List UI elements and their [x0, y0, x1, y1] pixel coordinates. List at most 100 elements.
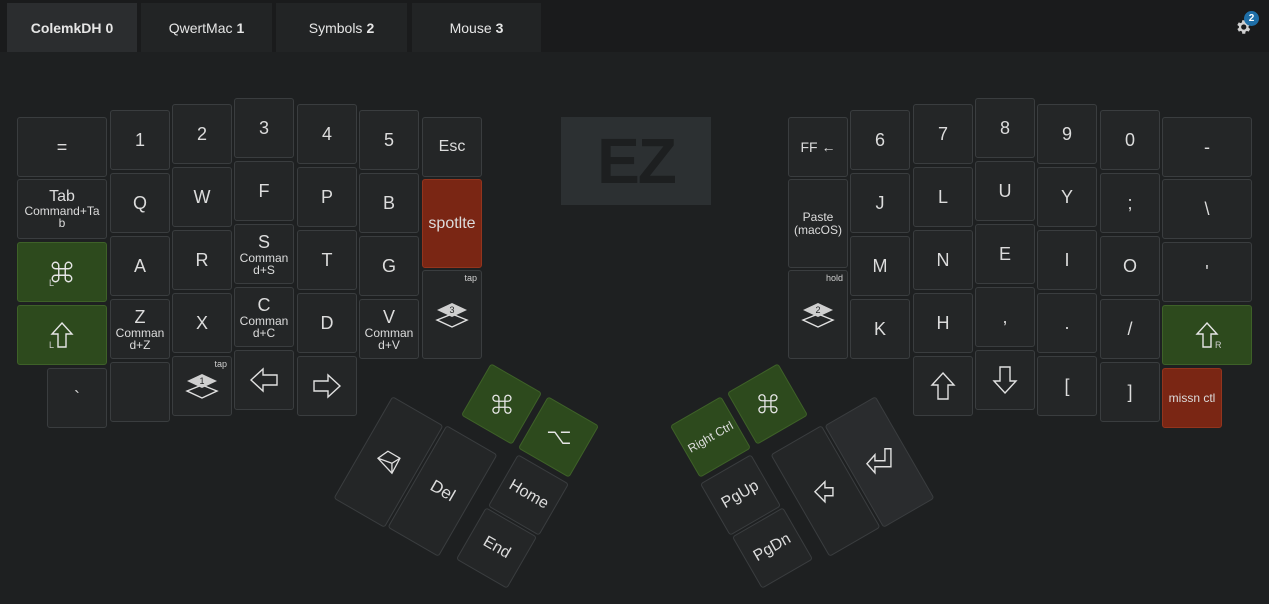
key-sublabel: Command+Ta b — [24, 204, 100, 230]
notification-badge: 2 — [1244, 11, 1259, 26]
key-slash[interactable]: / — [1100, 299, 1160, 359]
tab-colemkdh[interactable]: ColemkDH 0 — [7, 3, 137, 52]
key-equals[interactable]: = — [17, 117, 107, 177]
key-command-left[interactable]: L — [17, 242, 107, 302]
key-paste[interactable]: Paste (macOS) — [788, 179, 848, 268]
key-layer-2-hold[interactable]: hold 2 — [788, 270, 848, 359]
layer-number: 1 — [199, 376, 204, 386]
key-tab[interactable]: Tab Command+Ta b — [17, 179, 107, 239]
tap-tag: tap — [464, 273, 477, 283]
key-backtick[interactable]: ` — [47, 368, 107, 428]
key-label: 2 — [196, 124, 207, 144]
key-t[interactable]: T — [297, 230, 357, 290]
key-g[interactable]: G — [359, 236, 419, 296]
key-n[interactable]: N — [913, 230, 973, 290]
key-3[interactable]: 3 — [234, 98, 294, 158]
key-spotlight[interactable]: spotlte — [422, 179, 482, 268]
key-semicolon[interactable]: ; — [1100, 173, 1160, 233]
tab-mouse[interactable]: Mouse 3 — [412, 3, 541, 52]
layers-icon: 3 — [435, 302, 469, 328]
key-1[interactable]: 1 — [110, 110, 170, 170]
key-label: missn ctl — [1168, 391, 1216, 405]
key-o[interactable]: O — [1100, 236, 1160, 296]
key-j[interactable]: J — [850, 173, 910, 233]
key-label: ` — [74, 388, 80, 408]
tab-symbols[interactable]: Symbols 2 — [276, 3, 407, 52]
key-esc[interactable]: Esc — [422, 117, 482, 177]
key-label: FF ← — [800, 139, 836, 155]
key-k[interactable]: K — [850, 299, 910, 359]
key-w[interactable]: W — [172, 167, 232, 227]
key-shift-right[interactable]: R — [1162, 305, 1252, 365]
key-r[interactable]: R — [172, 230, 232, 290]
key-label: PgUp — [718, 477, 762, 512]
key-0[interactable]: 0 — [1100, 110, 1160, 170]
key-backslash[interactable]: \ — [1162, 179, 1252, 239]
key-arrow-down[interactable] — [975, 350, 1035, 410]
layers-icon: 1 — [185, 374, 219, 399]
command-icon — [491, 394, 512, 414]
key-label: 0 — [1124, 130, 1135, 150]
ez-logo: EZ — [561, 117, 711, 205]
layer-tab-bar: ColemkDH 0 QwertMac 1 Symbols 2 Mouse 3 2 — [0, 0, 1269, 52]
key-p[interactable]: P — [297, 167, 357, 227]
key-label: ] — [1127, 382, 1133, 402]
tab-number: 2 — [366, 19, 375, 36]
key-label: Z — [134, 307, 146, 327]
key-mission-control[interactable]: missn ctl — [1162, 368, 1222, 428]
key-y[interactable]: Y — [1037, 167, 1097, 227]
key-ff-back[interactable]: FF ← — [788, 117, 848, 177]
key-label: K — [873, 319, 886, 339]
key-label: 3 — [258, 118, 269, 138]
key-q[interactable]: Q — [110, 173, 170, 233]
key-f[interactable]: F — [234, 161, 294, 221]
key-h[interactable]: H — [913, 293, 973, 353]
key-blank[interactable] — [110, 362, 170, 422]
key-s[interactable]: S Comman d+S — [234, 224, 294, 284]
key-arrow-left[interactable] — [234, 350, 294, 410]
key-c[interactable]: C Comman d+C — [234, 287, 294, 347]
key-i[interactable]: I — [1037, 230, 1097, 290]
key-label: 9 — [1061, 124, 1072, 144]
key-shift-left[interactable]: L — [17, 305, 107, 365]
key-label: Del — [426, 475, 459, 506]
key-label: / — [1127, 319, 1133, 339]
key-bracket-left[interactable]: [ — [1037, 356, 1097, 416]
key-5[interactable]: 5 — [359, 110, 419, 170]
layers-icon: 2 — [801, 302, 835, 328]
key-comma[interactable]: , — [975, 287, 1035, 347]
key-layer-3-tap[interactable]: tap 3 — [422, 270, 482, 359]
key-z[interactable]: Z Comman d+Z — [110, 299, 170, 359]
key-u[interactable]: U — [975, 161, 1035, 221]
key-2[interactable]: 2 — [172, 104, 232, 164]
key-layer-1-tap[interactable]: tap 1 — [172, 356, 232, 416]
key-m[interactable]: M — [850, 236, 910, 296]
key-e[interactable]: E — [975, 224, 1035, 284]
key-period[interactable]: . — [1037, 293, 1097, 353]
key-x[interactable]: X — [172, 293, 232, 353]
tab-qwertmac[interactable]: QwertMac 1 — [141, 3, 272, 52]
key-minus[interactable]: - — [1162, 117, 1252, 177]
key-bracket-right[interactable]: ] — [1100, 362, 1160, 422]
key-9[interactable]: 9 — [1037, 104, 1097, 164]
arrow-left-icon — [249, 367, 278, 393]
key-label: W — [193, 187, 211, 207]
key-arrow-right[interactable] — [297, 356, 357, 416]
key-d[interactable]: D — [297, 293, 357, 353]
key-6[interactable]: 6 — [850, 110, 910, 170]
key-label: S — [257, 232, 270, 252]
key-v[interactable]: V Comman d+V — [359, 299, 419, 359]
modifier-side-label: R — [1215, 340, 1222, 350]
key-l[interactable]: L — [913, 167, 973, 227]
key-4[interactable]: 4 — [297, 104, 357, 164]
hold-tag: hold — [825, 273, 843, 283]
key-b[interactable]: B — [359, 173, 419, 233]
key-7[interactable]: 7 — [913, 104, 973, 164]
key-sublabel: Comman d+C — [239, 314, 289, 340]
tab-label: QwertMac — [168, 19, 233, 36]
key-8[interactable]: 8 — [975, 98, 1035, 158]
option-icon — [547, 431, 570, 444]
key-a[interactable]: A — [110, 236, 170, 296]
key-quote[interactable]: ' — [1162, 242, 1252, 302]
key-arrow-up[interactable] — [913, 356, 973, 416]
